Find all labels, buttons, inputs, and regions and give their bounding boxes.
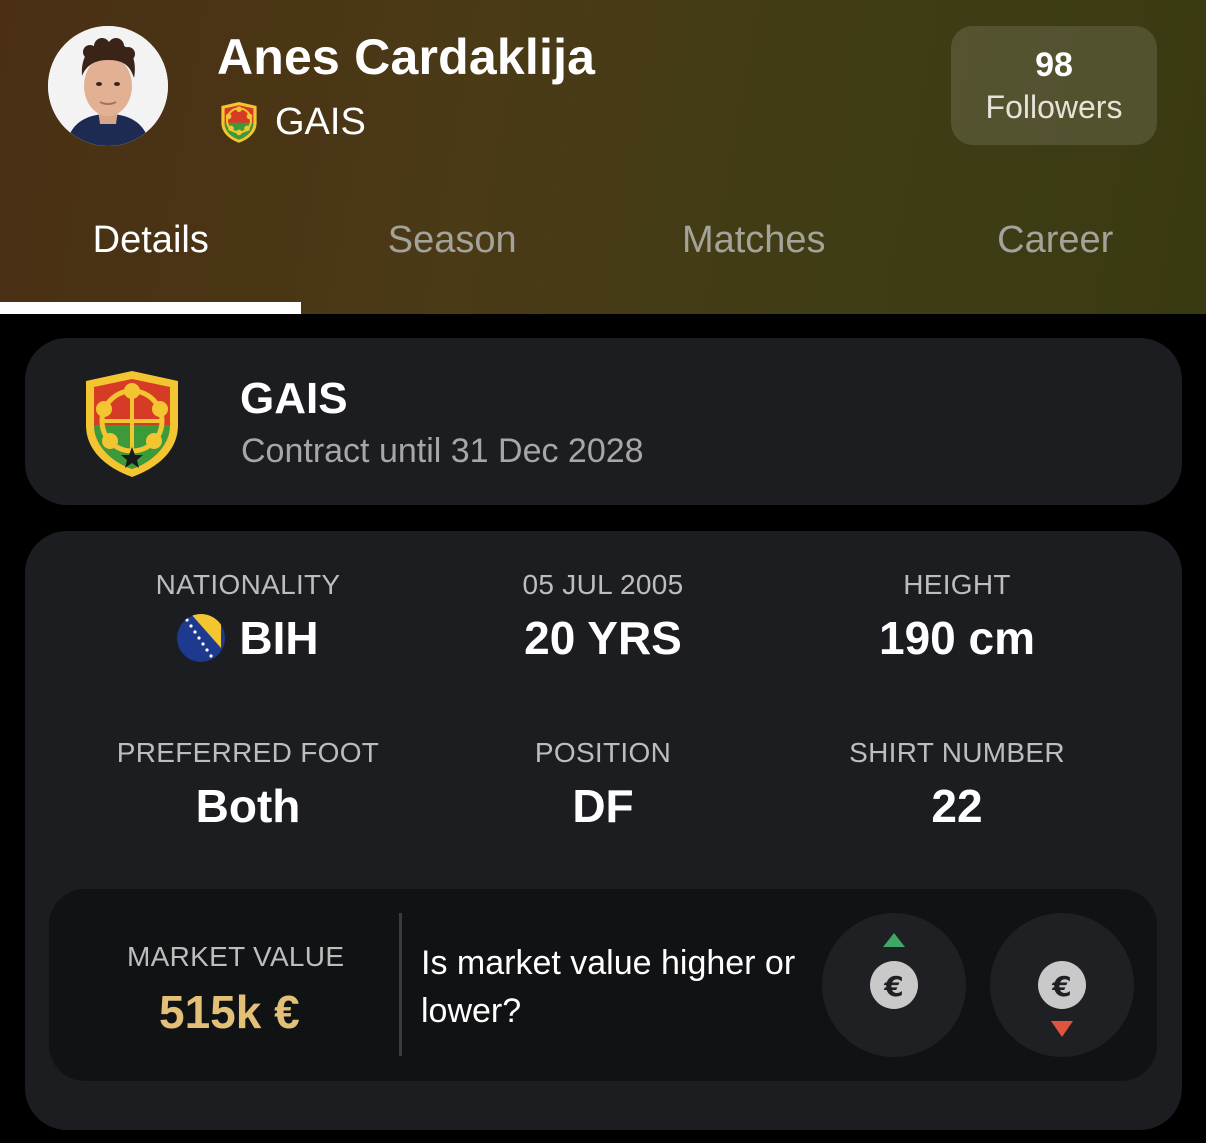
club-card[interactable]: GAIS Contract until 31 Dec 2028 — [25, 338, 1182, 505]
foot-value: Both — [195, 780, 301, 832]
position-label: POSITION — [534, 737, 672, 768]
followers-label: Followers — [985, 88, 1123, 125]
club-name: GAIS — [240, 374, 348, 423]
stat-position: POSITION DF — [423, 737, 783, 833]
market-value-label: MARKET VALUE — [127, 941, 345, 972]
player-header: Anes Cardaklija GAIS 98 Followers Detail… — [0, 0, 1206, 314]
arrow-up-icon — [883, 933, 905, 947]
stat-nationality: NATIONALITY BIH — [68, 569, 428, 665]
svg-text:€: € — [883, 970, 903, 1003]
position-value: DF — [572, 780, 634, 832]
active-tab-indicator — [0, 302, 301, 314]
nationality-label: NATIONALITY — [155, 569, 341, 600]
followers-button[interactable]: 98 Followers — [951, 26, 1157, 145]
market-value-amount: 515k € — [159, 986, 300, 1038]
stat-shirt: SHIRT NUMBER 22 — [777, 737, 1137, 833]
contract-text: Contract until 31 Dec 2028 — [241, 432, 644, 470]
flag-bih-icon — [177, 614, 226, 662]
foot-label: PREFERRED FOOT — [116, 737, 380, 768]
team-name: GAIS — [275, 100, 366, 143]
market-value-question: Is market value higher or lower? — [421, 944, 796, 1030]
club-crest-icon — [86, 371, 178, 477]
vote-lower-button[interactable]: € — [990, 913, 1134, 1057]
stat-age: 05 JUL 2005 20 YRS — [423, 569, 783, 665]
vote-higher-button[interactable]: € — [822, 913, 966, 1057]
stat-foot: PREFERRED FOOT Both — [68, 737, 428, 833]
shirt-value: 22 — [931, 780, 983, 832]
svg-text:€: € — [1051, 970, 1071, 1003]
club-crest-icon — [221, 102, 257, 143]
market-value-panel: MARKET VALUE 515k € Is market value high… — [49, 889, 1157, 1081]
followers-count: 98 — [1035, 45, 1073, 84]
player-name: Anes Cardaklija — [217, 29, 596, 85]
tab-career[interactable]: Career — [905, 205, 1206, 314]
player-team[interactable]: GAIS — [219, 100, 366, 144]
tab-matches[interactable]: Matches — [603, 205, 905, 314]
age-value: 20 YRS — [524, 612, 682, 664]
tab-bar: Details Season Matches Career — [0, 205, 1206, 314]
height-value: 190 cm — [878, 612, 1035, 664]
tab-details[interactable]: Details — [0, 205, 302, 314]
player-details-card: NATIONALITY BIH 05 JUL 2005 20 YRS HEIGH… — [25, 531, 1182, 1130]
shirt-label: SHIRT NUMBER — [849, 737, 1065, 768]
nationality-value: BIH — [239, 612, 319, 664]
height-label: HEIGHT — [903, 569, 1011, 600]
stat-height: HEIGHT 190 cm — [777, 569, 1137, 665]
divider — [399, 913, 402, 1056]
birthdate-label: 05 JUL 2005 — [522, 569, 684, 600]
arrow-down-icon — [1051, 1021, 1073, 1037]
player-avatar — [48, 26, 168, 146]
tab-season[interactable]: Season — [302, 205, 604, 314]
